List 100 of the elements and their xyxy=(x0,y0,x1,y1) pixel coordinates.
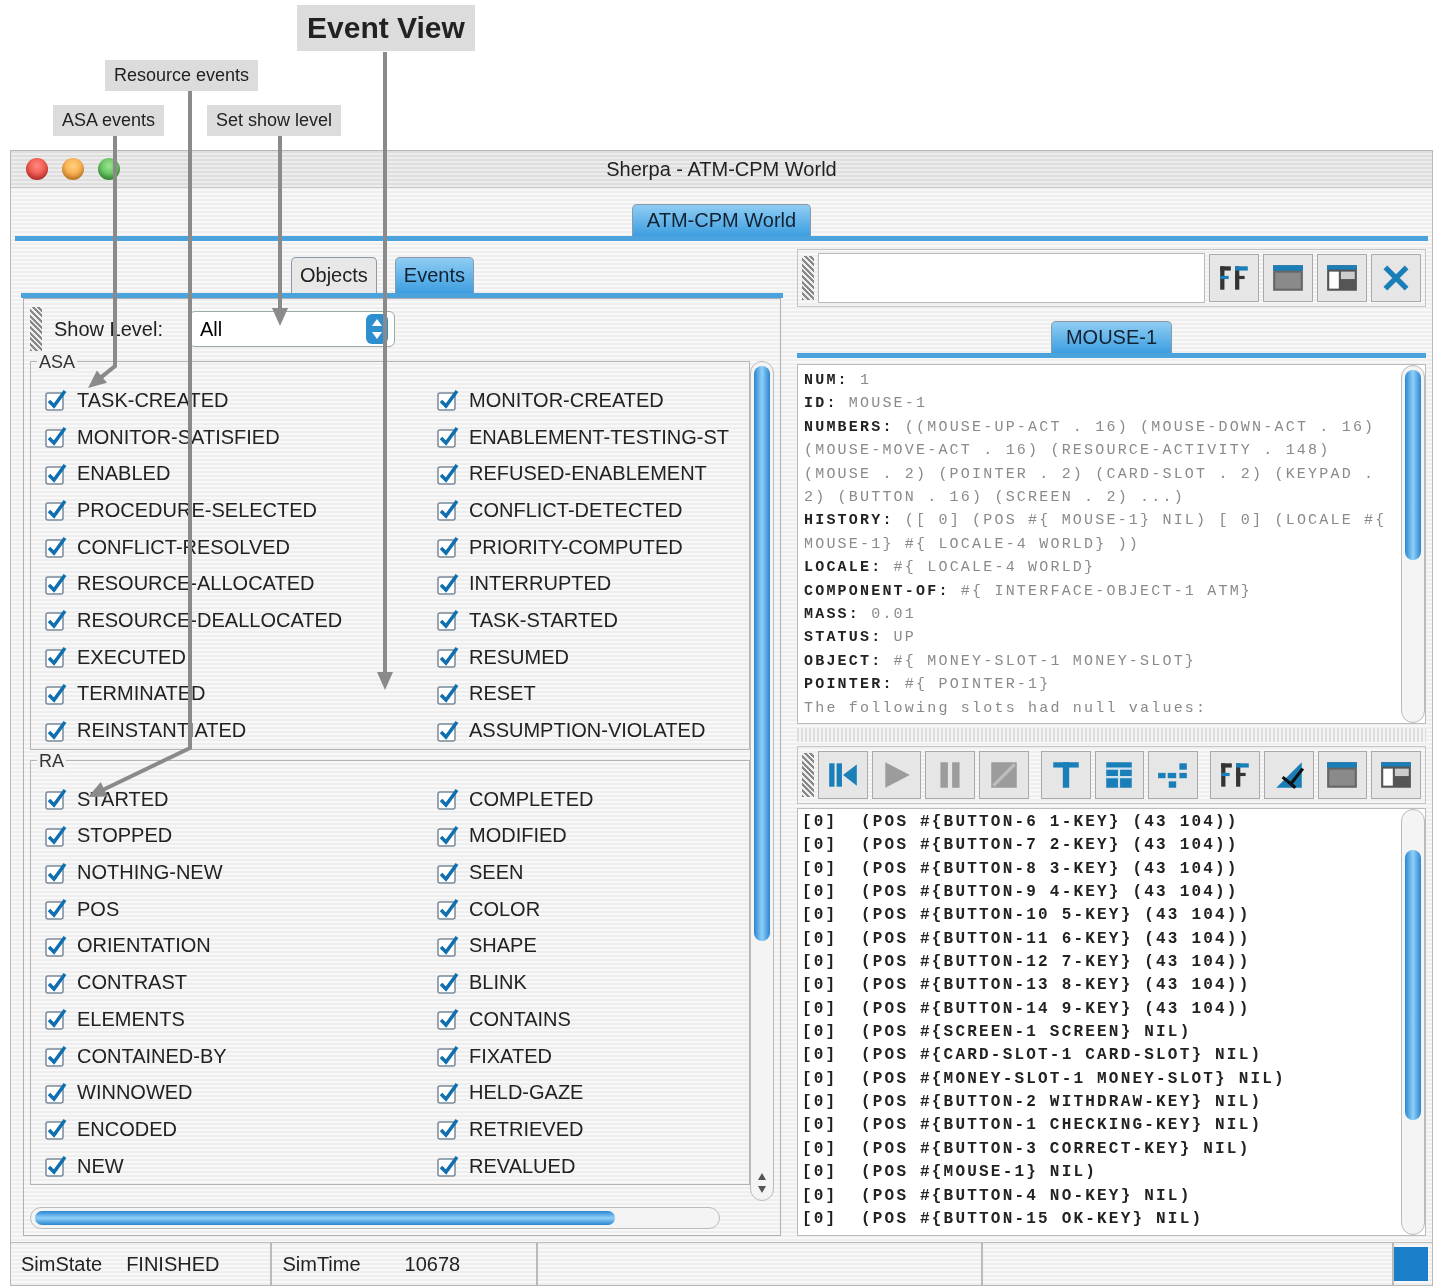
checkbox[interactable] xyxy=(45,646,67,669)
event-line: [0] (POS #{BUTTON-1 CHECKING-KEY} NIL) xyxy=(802,1115,1264,1137)
checkbox-label: REVALUED xyxy=(469,1154,576,1178)
toolbar-button[interactable] xyxy=(1317,254,1367,302)
checkbox[interactable] xyxy=(45,609,67,632)
checkbox-label: SHAPE xyxy=(469,934,537,958)
slot-line: ID: MOUSE-1 xyxy=(804,394,929,415)
checkbox-label: RETRIEVED xyxy=(469,1117,584,1141)
slot-line: MASS: 0.01 xyxy=(804,605,918,626)
checkbox[interactable] xyxy=(45,572,67,595)
checkbox-label: BLINK xyxy=(469,971,527,995)
checkbox[interactable] xyxy=(45,1081,67,1104)
checkbox[interactable] xyxy=(437,824,459,847)
tab[interactable]: MOUSE-1 xyxy=(1050,321,1173,353)
checkbox[interactable] xyxy=(45,824,67,847)
event-line: [0] (POS #{MONEY-SLOT-1 MONEY-SLOT} NIL) xyxy=(802,1068,1287,1090)
checkbox[interactable] xyxy=(437,426,459,449)
checkbox-label: ENABLED xyxy=(77,462,171,486)
checkbox[interactable] xyxy=(437,609,459,632)
checkbox-label: FIXATED xyxy=(469,1044,552,1068)
checkbox[interactable] xyxy=(437,389,459,412)
text-field[interactable] xyxy=(818,253,1205,303)
slot-line: STATUS: UP xyxy=(804,628,918,649)
checkbox-label: SEEN xyxy=(469,861,524,885)
event-line: [0] (POS #{BUTTON-7 2-KEY} (43 104)) xyxy=(802,835,1240,857)
event-line: [0] (POS #{BUTTON-13 8-KEY} (43 104)) xyxy=(802,975,1252,997)
checkbox[interactable] xyxy=(45,1155,67,1178)
checkbox-label: MONITOR-CREATED xyxy=(469,388,664,412)
scrollbar[interactable] xyxy=(750,361,774,1201)
checkbox[interactable] xyxy=(45,861,67,884)
checkbox[interactable] xyxy=(45,462,67,485)
toolbar-button[interactable] xyxy=(1371,751,1421,799)
scrollbar[interactable] xyxy=(1401,365,1425,723)
checkbox-label: INTERRUPTED xyxy=(469,572,612,596)
scrollbar[interactable] xyxy=(1401,809,1425,1235)
checkbox[interactable] xyxy=(437,499,459,522)
checkbox[interactable] xyxy=(45,389,67,412)
event-line: [0] (POS #{BUTTON-3 CORRECT-KEY} NIL) xyxy=(802,1138,1252,1160)
checkbox[interactable] xyxy=(437,572,459,595)
checkbox-label: COLOR xyxy=(469,897,541,921)
grip-handle[interactable] xyxy=(30,307,42,351)
toolbar-button[interactable] xyxy=(1209,254,1259,302)
event-line: [0] (POS #{MOUSE-1} NIL) xyxy=(802,1162,1099,1184)
event-line: [0] (POS #{BUTTON-8 3-KEY} (43 104)) xyxy=(802,858,1240,880)
checkbox[interactable] xyxy=(437,1155,459,1178)
checkbox[interactable] xyxy=(437,719,459,742)
checkbox[interactable] xyxy=(45,934,67,957)
checkbox[interactable] xyxy=(437,1081,459,1104)
grip-handle[interactable] xyxy=(802,256,814,300)
checkbox[interactable] xyxy=(437,682,459,705)
toolbar-button[interactable] xyxy=(1210,751,1260,799)
checkbox[interactable] xyxy=(437,971,459,994)
close-button[interactable] xyxy=(26,158,48,180)
checkbox-label: REFUSED-ENABLEMENT xyxy=(469,462,707,486)
slot-line: NUMBERS: ((MOUSE-UP-ACT . 16) (MOUSE-DOWN-ACT . 16) (MOUSE-MOVE-ACT . 16) (RESOURCE-ACTIVITY . 148) (MOUSE . 2) (POINTER . 2) (CARD-SLOT . 2) (KEYPAD . 2) (BUTTON . 16) (SCREEN . 2) ...) xyxy=(804,417,1377,509)
checkbox[interactable] xyxy=(437,1008,459,1031)
checkbox-label: ASSUMPTION-VIOLATED xyxy=(469,719,706,743)
resize-grip[interactable] xyxy=(1394,1247,1428,1281)
checkbox[interactable] xyxy=(437,898,459,921)
slot-line: The following slots had null values: xyxy=(804,698,1209,719)
checkbox[interactable] xyxy=(45,971,67,994)
checkbox[interactable] xyxy=(45,1045,67,1068)
tab[interactable]: Objects xyxy=(291,257,377,293)
tab[interactable]: Events xyxy=(394,257,474,293)
checkbox[interactable] xyxy=(45,1008,67,1031)
checkbox-label: TERMINATED xyxy=(77,682,206,706)
event-line: [0] (POS #{BUTTON-12 7-KEY} (43 104)) xyxy=(802,952,1252,974)
checkbox-label: CONFLICT-RESOLVED xyxy=(77,535,290,559)
checkbox[interactable] xyxy=(437,1045,459,1068)
window-title: Sherpa - ATM-CPM World xyxy=(606,157,837,181)
checkbox[interactable] xyxy=(437,462,459,485)
grip-handle[interactable] xyxy=(802,753,814,797)
checkbox[interactable] xyxy=(45,788,67,811)
checkbox-label: ELEMENTS xyxy=(77,1007,185,1031)
checkbox[interactable] xyxy=(45,719,67,742)
checkbox-label: TASK-CREATED xyxy=(77,388,229,412)
checkbox[interactable] xyxy=(45,426,67,449)
checkbox[interactable] xyxy=(437,1118,459,1141)
checkbox-label: PROCEDURE-SELECTED xyxy=(77,498,318,522)
checkbox-label: ENCODED xyxy=(77,1117,177,1141)
tab[interactable]: ATM-CPM World xyxy=(631,204,812,236)
checkbox[interactable] xyxy=(437,788,459,811)
splitter-handle[interactable] xyxy=(797,728,1426,742)
checkbox[interactable] xyxy=(437,861,459,884)
scrollbar[interactable] xyxy=(30,1207,720,1229)
checkbox[interactable] xyxy=(437,646,459,669)
minimize-button[interactable] xyxy=(62,158,84,180)
callout-label: Set show level xyxy=(207,105,342,136)
toolbar-button[interactable] xyxy=(1263,751,1314,799)
slot-line: LOCALE: #{ LOCALE-4 WORLD} xyxy=(804,558,1097,579)
checkbox-label: CONTRAST xyxy=(77,971,187,995)
scroll-arrows-icon[interactable] xyxy=(757,1172,767,1194)
checkbox-label: STARTED xyxy=(77,787,169,811)
checkbox[interactable] xyxy=(45,898,67,921)
checkbox[interactable] xyxy=(437,536,459,559)
checkbox[interactable] xyxy=(45,682,67,705)
checkbox[interactable] xyxy=(437,934,459,957)
checkbox[interactable] xyxy=(45,499,67,522)
checkbox[interactable] xyxy=(45,536,67,559)
checkbox[interactable] xyxy=(45,1118,67,1141)
